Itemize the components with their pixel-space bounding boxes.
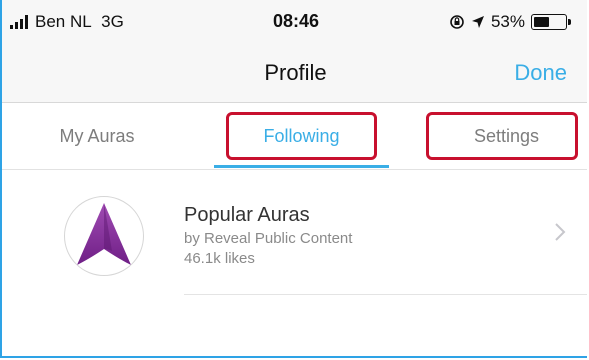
app-screen: Ben NL 3G 08:46 53% Profile Done My Aura… bbox=[0, 0, 587, 358]
list-item-title: Popular Auras bbox=[184, 204, 310, 226]
chevron-right-icon bbox=[555, 223, 566, 241]
list-item-likes: 46.1k likes bbox=[184, 250, 255, 267]
status-bar: Ben NL 3G 08:46 53% bbox=[2, 0, 587, 42]
signal-strength-icon bbox=[10, 15, 28, 29]
aura-logo-icon bbox=[64, 196, 144, 276]
location-arrow-icon bbox=[471, 16, 484, 28]
list-item-popular-auras[interactable]: Popular Auras by Reveal Public Content 4… bbox=[2, 170, 587, 300]
list-divider bbox=[184, 294, 587, 295]
battery-icon bbox=[531, 14, 571, 30]
navigation-bar: Profile Done bbox=[2, 42, 587, 102]
segmented-tabs: My Auras Following Settings bbox=[2, 103, 587, 169]
active-tab-indicator bbox=[214, 165, 389, 168]
battery-percent: 53% bbox=[490, 12, 525, 31]
battery-level bbox=[534, 17, 549, 27]
orientation-lock-icon bbox=[450, 15, 464, 29]
tab-settings[interactable]: Settings bbox=[424, 103, 587, 169]
done-button[interactable]: Done bbox=[514, 60, 567, 86]
tab-my-auras[interactable]: My Auras bbox=[22, 103, 172, 169]
status-right-group: 53% bbox=[449, 11, 571, 33]
status-time: 08:46 bbox=[273, 11, 320, 31]
carrier-label: Ben NL 3G bbox=[35, 12, 124, 31]
page-title: Profile bbox=[264, 60, 327, 85]
tab-following[interactable]: Following bbox=[214, 103, 389, 169]
battery-nub bbox=[568, 19, 571, 25]
list-item-subtitle: by Reveal Public Content bbox=[184, 230, 353, 247]
